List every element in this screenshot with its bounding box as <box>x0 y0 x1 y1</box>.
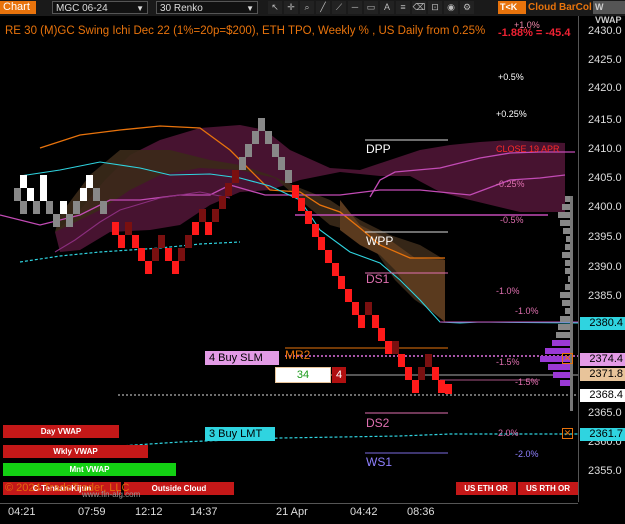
price-tick: 2405.0 <box>588 172 622 184</box>
chevron-down-icon: ▼ <box>136 4 144 13</box>
price-label-buy-slm: 2374.4 <box>580 353 625 366</box>
fib-icon[interactable]: ≡ <box>396 1 410 14</box>
price-tick: 2425.0 <box>588 54 622 66</box>
chart-menu-label: Chart <box>3 1 30 13</box>
wpp-label: WPP <box>366 234 394 248</box>
symbol-value: MGC 06-24 <box>56 3 108 14</box>
crosshair-icon[interactable]: ✛ <box>284 1 298 14</box>
tk-toggle-button[interactable]: T<K <box>498 1 526 14</box>
outside-cloud-button[interactable]: Outside Cloud <box>124 482 234 495</box>
price-label-cyan-high: 2380.4 <box>580 317 625 330</box>
pct-label: -1.0% <box>515 306 539 316</box>
price-tick: 2365.0 <box>588 407 622 419</box>
text-icon[interactable]: A <box>380 1 394 14</box>
cloud-toggle-button[interactable]: Cloud <box>528 1 558 14</box>
pct-label: -1.5% <box>515 377 539 387</box>
website-text: www.fin-alg.com <box>82 490 141 499</box>
time-tick: 04:42 <box>350 506 378 518</box>
bar-type-selector[interactable]: 30 Renko ▼ <box>156 1 258 14</box>
quantity-count-badge[interactable]: 4 <box>332 367 346 383</box>
camera-icon[interactable]: ◉ <box>444 1 458 14</box>
price-label-white: 2368.4 <box>580 389 625 402</box>
price-label-cyan-low: 2361.7 <box>580 428 625 441</box>
price-tick: 2390.0 <box>588 261 622 273</box>
close-order-icon[interactable]: ✕ <box>562 353 573 364</box>
bar-type-value: 30 Renko <box>160 3 203 14</box>
pct-label: -0.25% <box>496 179 525 189</box>
symbol-selector[interactable]: MGC 06-24 ▼ <box>52 1 148 14</box>
ds1-label: DS1 <box>366 272 390 286</box>
chart-menu-button[interactable]: Chart <box>0 1 36 14</box>
pct-label: -1.0% <box>496 286 520 296</box>
barcol-toggle-button[interactable]: BarCol <box>559 1 592 14</box>
price-tick: 2355.0 <box>588 465 622 477</box>
price-tick: 2385.0 <box>588 290 622 302</box>
pct-label: -1.5% <box>496 357 520 367</box>
change-readout: -1.88% = -45.4 <box>498 27 571 39</box>
buy-slm-order-tag[interactable]: 4 Buy SLM <box>205 351 279 365</box>
line-draw-icon[interactable]: ╱ <box>316 1 330 14</box>
price-tick: 2400.0 <box>588 201 622 213</box>
time-tick: 04:21 <box>8 506 36 518</box>
chart-title: RE 30 (M)GC Swing Ichi Dec 22 (1%=20p=$2… <box>5 25 486 37</box>
pct-label: +0.25% <box>496 109 527 119</box>
us-rth-or-button[interactable]: US RTH OR <box>518 482 578 495</box>
pct-label: -2.0% <box>515 449 539 459</box>
dpp-label: DPP <box>366 142 391 156</box>
lock-icon[interactable]: ⊡ <box>428 1 442 14</box>
us-eth-or-button[interactable]: US ETH OR <box>456 482 516 495</box>
mr2-label: MR2 <box>285 348 311 362</box>
pct-label: 2.0% <box>498 428 519 438</box>
volume-profile <box>556 196 571 338</box>
horizontal-line-icon[interactable]: ─ <box>348 1 362 14</box>
cursor-icon[interactable]: ↖ <box>268 1 282 14</box>
profile-bar <box>570 196 573 411</box>
top-toolbar: Chart MGC 06-24 ▼ 30 Renko ▼ ↖ ✛ ⌕ ╱ ⟋ ─ ▭… <box>0 0 625 25</box>
close-order-icon[interactable]: ✕ <box>562 428 573 439</box>
settings-icon[interactable]: ⚙ <box>460 1 474 14</box>
cyan-vwap-line-left <box>19 241 241 263</box>
chevron-down-icon: ▼ <box>246 4 254 13</box>
tk-label: T<K <box>500 2 518 12</box>
time-tick: 08:36 <box>407 506 435 518</box>
barcol-label: BarCol <box>559 2 592 13</box>
pct-label: +0.5% <box>498 72 524 82</box>
ws1-label: WS1 <box>366 455 393 469</box>
cloud-label: Cloud <box>528 2 557 13</box>
time-tick: 12:12 <box>135 506 163 518</box>
quantity-input[interactable]: 34 <box>275 367 331 383</box>
ray-icon[interactable]: ⟋ <box>332 1 346 14</box>
price-label-tan: 2371.8 <box>580 368 625 381</box>
pct-label: -0.5% <box>500 215 524 225</box>
price-tick: 2415.0 <box>588 114 622 126</box>
time-tick: 14:37 <box>190 506 218 518</box>
buy-lmt-order-tag[interactable]: 3 Buy LMT <box>205 427 275 441</box>
price-tick: 2430.0 <box>588 25 622 37</box>
rectangle-icon[interactable]: ▭ <box>364 1 378 14</box>
price-tick: 2410.0 <box>588 143 622 155</box>
price-tick: 2395.0 <box>588 231 622 243</box>
day-vwap-button[interactable]: Day VWAP <box>3 425 119 438</box>
vwap-toggle-button[interactable]: W VWAP <box>593 1 625 25</box>
wkly-vwap-button[interactable]: Wkly VWAP <box>3 445 148 458</box>
time-tick: 07:59 <box>78 506 106 518</box>
close-label: CLOSE 19 APR <box>496 144 560 154</box>
eraser-icon[interactable]: ⌫ <box>412 1 426 14</box>
ds2-label: DS2 <box>366 416 390 430</box>
zoom-icon[interactable]: ⌕ <box>300 1 314 14</box>
time-tick: 21 Apr <box>276 506 308 518</box>
mnt-vwap-button[interactable]: Mnt VWAP <box>3 463 176 476</box>
price-tick: 2420.0 <box>588 82 622 94</box>
